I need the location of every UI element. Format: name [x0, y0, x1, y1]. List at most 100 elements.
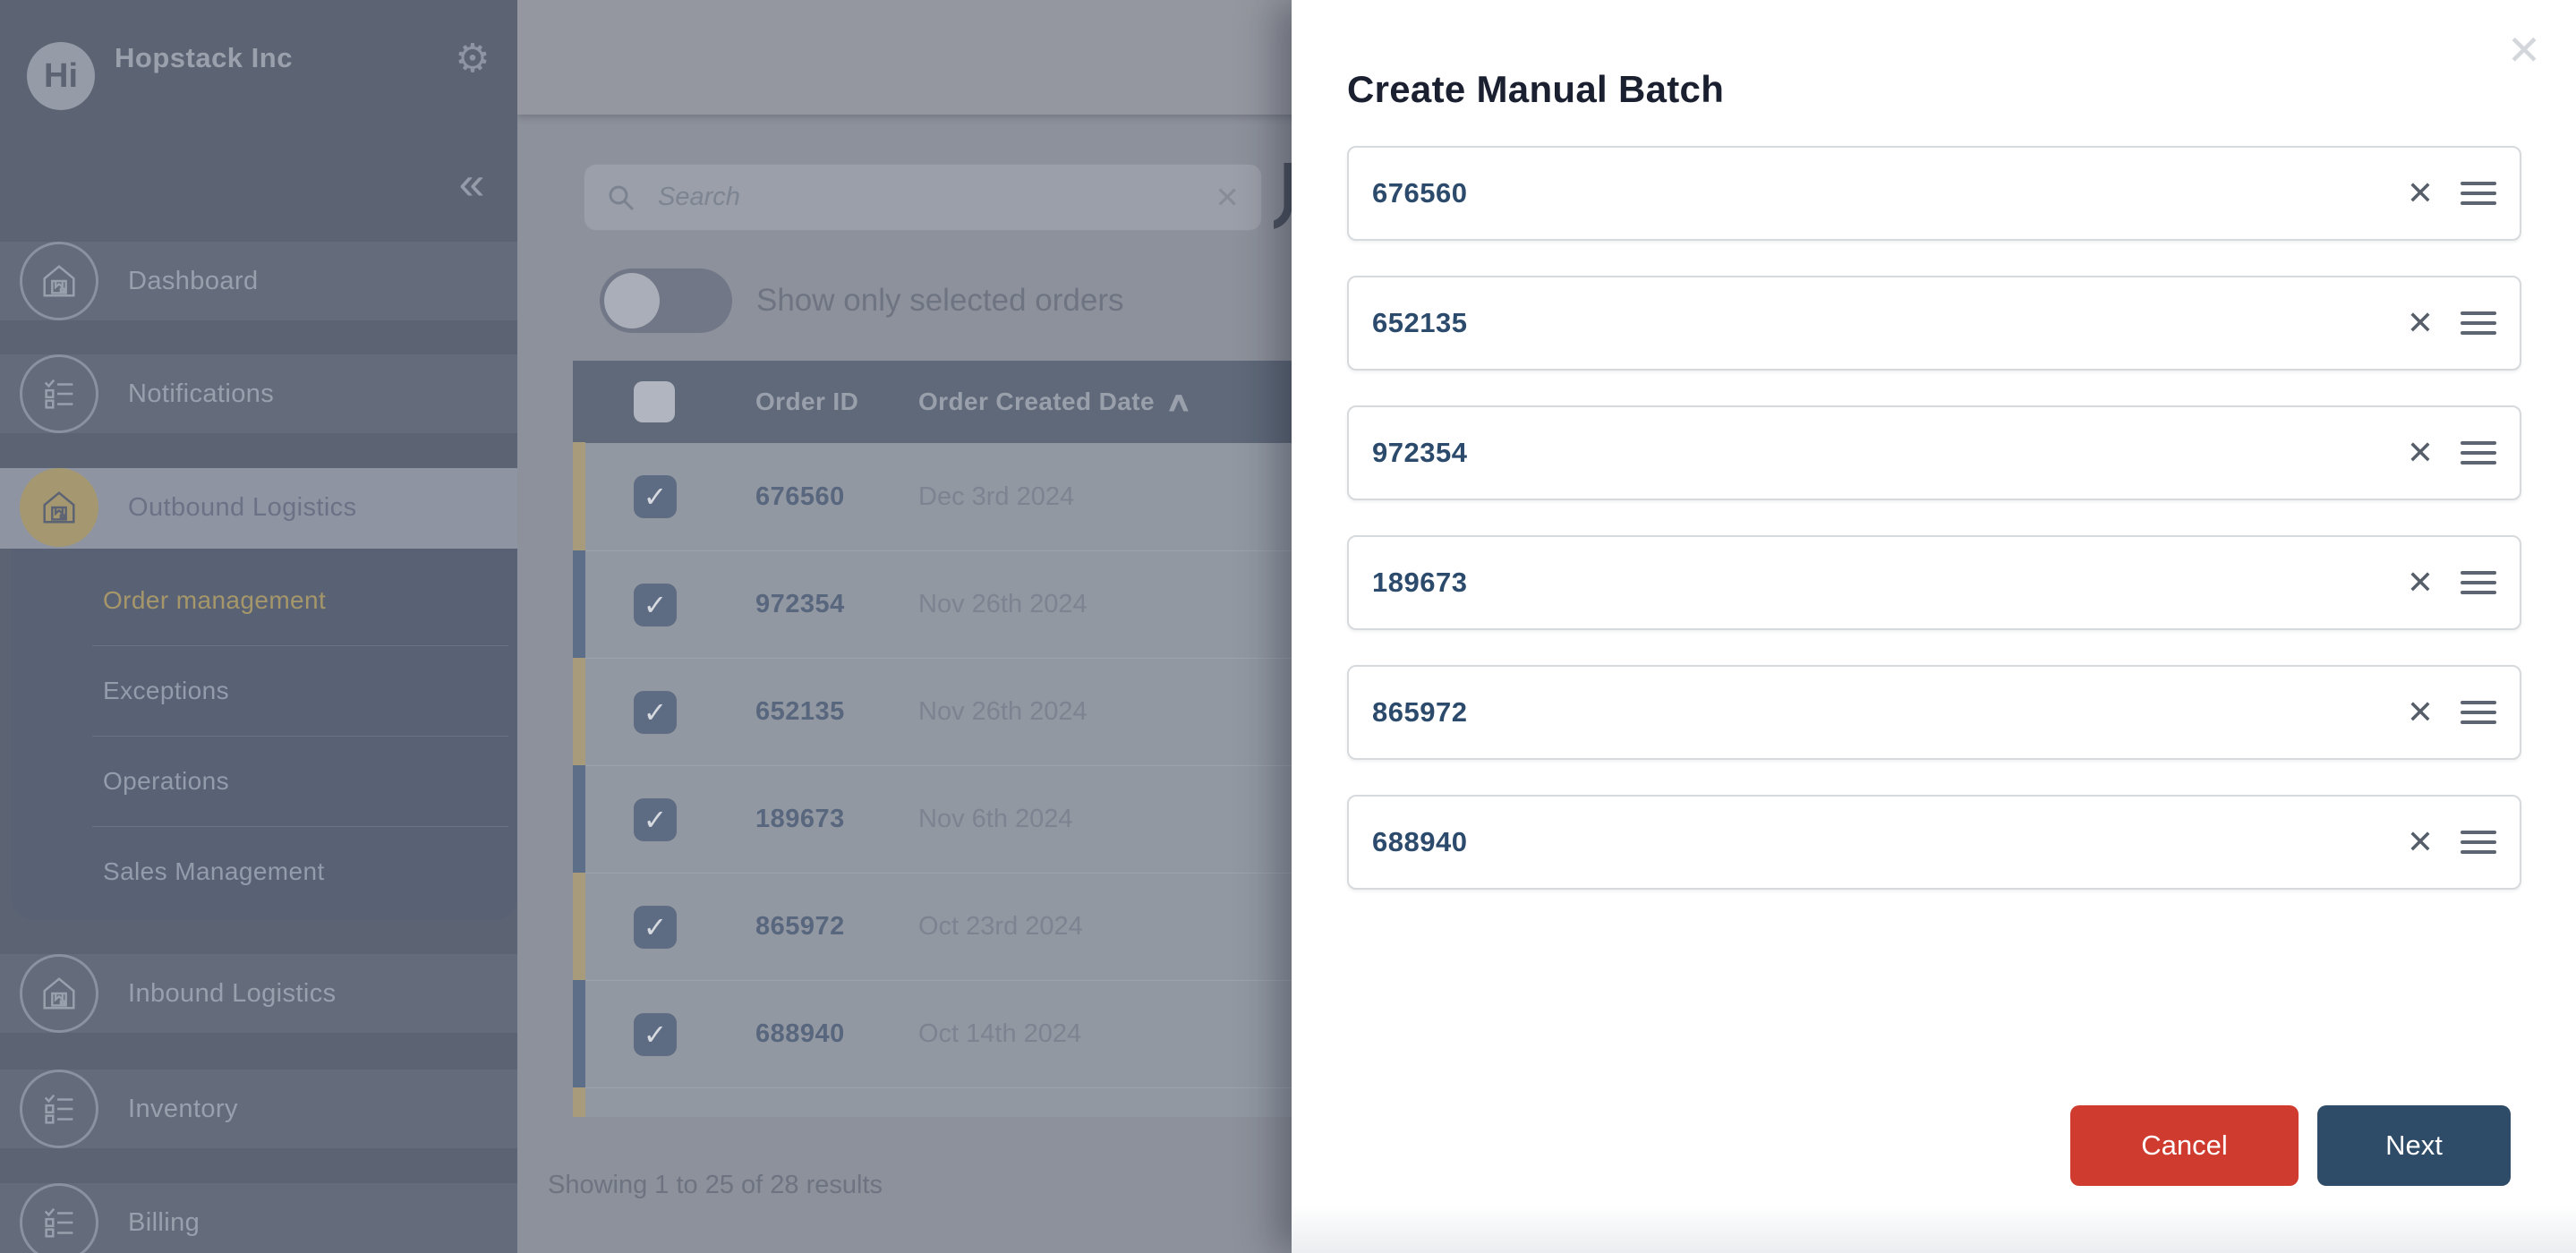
table-row[interactable]: ✓ 652135 Nov 26th 2024 — [573, 658, 1292, 765]
drag-handle-icon[interactable] — [2461, 441, 2496, 465]
table-row[interactable]: ✓ 972354 Nov 26th 2024 — [573, 550, 1292, 658]
sidebar-item-label: Inbound Logistics — [128, 978, 337, 1008]
submenu-item-order-management[interactable]: Order management — [92, 555, 508, 645]
sidebar-item-notifications[interactable]: Notifications — [0, 354, 517, 433]
row-checkbox[interactable]: ✓ — [634, 1013, 677, 1056]
drag-handle-icon[interactable] — [2461, 182, 2496, 205]
remove-order-icon[interactable]: ✕ — [2393, 434, 2448, 472]
row-checkbox[interactable]: ✓ — [634, 798, 677, 841]
company-name: Hopstack Inc — [115, 42, 293, 73]
row-checkbox[interactable]: ✓ — [634, 475, 677, 518]
batch-order-item[interactable]: 688940 ✕ — [1347, 795, 2521, 890]
sidebar-item-label: Inventory — [128, 1094, 238, 1123]
batch-order-item[interactable]: 865972 ✕ — [1347, 665, 2521, 760]
sidebar-item-inbound-logistics[interactable]: Inbound Logistics — [0, 954, 517, 1033]
checklist-icon — [20, 1070, 98, 1148]
drag-handle-icon[interactable] — [2461, 311, 2496, 335]
main-content: ✕ Show only selected orders Order ID Ord… — [517, 0, 1292, 1253]
search-clear-icon[interactable]: ✕ — [1215, 180, 1240, 215]
sidebar-item-label: Notifications — [128, 379, 275, 408]
orders-table: Order ID Order Created Date ∧ ✓ 676560 D… — [573, 361, 1292, 1117]
batch-order-item[interactable]: 189673 ✕ — [1347, 535, 2521, 630]
order-date-cell: Nov 26th 2024 — [918, 590, 1088, 618]
order-date-cell: Oct 23rd 2024 — [918, 912, 1083, 941]
toggle-label: Show only selected orders — [756, 283, 1124, 318]
search-icon — [609, 185, 635, 210]
show-selected-toggle[interactable] — [600, 268, 732, 333]
batch-order-item[interactable]: 972354 ✕ — [1347, 405, 2521, 500]
remove-order-icon[interactable]: ✕ — [2393, 694, 2448, 731]
submenu-item-exceptions[interactable]: Exceptions — [92, 645, 508, 736]
modal-bottom-fade — [1292, 1204, 2576, 1253]
close-icon[interactable]: ✕ — [2497, 23, 2551, 77]
batch-order-value: 652135 — [1372, 307, 1468, 338]
gear-icon[interactable]: ⚙ — [446, 0, 499, 116]
table-row[interactable]: ✓ 688940 Oct 14th 2024 — [573, 980, 1292, 1087]
remove-order-icon[interactable]: ✕ — [2393, 564, 2448, 601]
order-id-cell: 972354 — [755, 590, 845, 618]
logo-row: Hi Hopstack Inc ⚙ — [0, 0, 517, 116]
order-date-cell: Oct 14th 2024 — [918, 1019, 1082, 1048]
drag-handle-icon[interactable] — [2461, 571, 2496, 594]
checklist-icon — [20, 1183, 98, 1253]
batch-order-item[interactable]: 676560 ✕ — [1347, 146, 2521, 241]
table-header-row: Order ID Order Created Date ∧ — [573, 361, 1292, 443]
drag-handle-icon[interactable] — [2461, 701, 2496, 724]
column-header-order-created-date[interactable]: Order Created Date ∧ — [918, 361, 1192, 443]
remove-order-icon[interactable]: ✕ — [2393, 823, 2448, 861]
toggle-knob — [604, 273, 660, 328]
filter-icon-partial[interactable] — [1274, 159, 1292, 231]
order-id-cell: 688940 — [755, 1019, 845, 1048]
remove-order-icon[interactable]: ✕ — [2393, 175, 2448, 212]
sort-ascending-icon[interactable]: ∧ — [1164, 387, 1192, 418]
warehouse-icon — [20, 468, 98, 547]
table-body: ✓ 676560 Dec 3rd 2024 ✓ 972354 Nov 26th … — [573, 442, 1292, 1087]
table-row[interactable]: ✓ 189673 Nov 6th 2024 — [573, 765, 1292, 873]
row-checkbox[interactable]: ✓ — [634, 906, 677, 949]
drag-handle-icon[interactable] — [2461, 831, 2496, 854]
hopstack-logo: Hi — [27, 42, 95, 110]
sidebar-item-billing[interactable]: Billing — [0, 1183, 517, 1253]
checklist-icon — [20, 354, 98, 433]
batch-order-item[interactable]: 652135 ✕ — [1347, 276, 2521, 371]
row-status-strip — [573, 765, 585, 873]
batch-order-value: 189673 — [1372, 567, 1468, 598]
app-root: Hi Hopstack Inc ⚙ « Dashboard Notificati… — [0, 0, 2576, 1253]
batch-order-list: 676560 ✕ 652135 ✕ 972354 ✕ 189673 ✕ 8659… — [1347, 146, 2521, 925]
order-date-cell: Nov 6th 2024 — [918, 805, 1073, 833]
column-header-label: Order Created Date — [918, 388, 1155, 415]
remove-order-icon[interactable]: ✕ — [2393, 304, 2448, 342]
search-input[interactable] — [656, 182, 1215, 213]
batch-order-value: 688940 — [1372, 826, 1468, 857]
row-status-strip — [573, 980, 585, 1087]
table-row[interactable]: ✓ 676560 Dec 3rd 2024 — [573, 442, 1292, 550]
sidebar-item-outbound-logistics[interactable]: Outbound Logistics — [0, 468, 517, 549]
order-id-cell: 652135 — [755, 697, 845, 726]
row-checkbox[interactable]: ✓ — [634, 691, 677, 734]
select-all-checkbox[interactable] — [634, 381, 675, 422]
outbound-submenu: Order management Exceptions Operations S… — [11, 549, 517, 920]
column-header-order-id[interactable]: Order ID — [755, 361, 858, 443]
order-id-cell: 865972 — [755, 912, 845, 941]
sidebar-item-label: Billing — [128, 1207, 200, 1237]
order-date-cell: Dec 3rd 2024 — [918, 482, 1075, 511]
cancel-button[interactable]: Cancel — [2070, 1105, 2299, 1186]
row-status-strip — [573, 658, 585, 765]
order-id-cell: 676560 — [755, 482, 845, 511]
sidebar-item-inventory[interactable]: Inventory — [0, 1070, 517, 1148]
create-manual-batch-modal: ✕ Create Manual Batch 676560 ✕ 652135 ✕ … — [1292, 0, 2576, 1253]
pagination-summary: Showing 1 to 25 of 28 results — [548, 1171, 883, 1199]
submenu-item-sales-management[interactable]: Sales Management — [92, 826, 508, 916]
sidebar-item-dashboard[interactable]: Dashboard — [0, 242, 517, 320]
page-header-bar — [517, 0, 1292, 115]
next-button[interactable]: Next — [2317, 1105, 2511, 1186]
batch-order-value: 865972 — [1372, 696, 1468, 728]
sidebar: Hi Hopstack Inc ⚙ « Dashboard Notificati… — [0, 0, 517, 1253]
submenu-item-operations[interactable]: Operations — [92, 736, 508, 826]
row-status-strip — [573, 550, 585, 658]
row-checkbox[interactable]: ✓ — [634, 584, 677, 626]
batch-order-value: 676560 — [1372, 177, 1468, 209]
row-status-strip — [573, 442, 585, 550]
table-row[interactable]: ✓ 865972 Oct 23rd 2024 — [573, 873, 1292, 980]
sidebar-collapse-icon[interactable]: « — [440, 154, 503, 213]
